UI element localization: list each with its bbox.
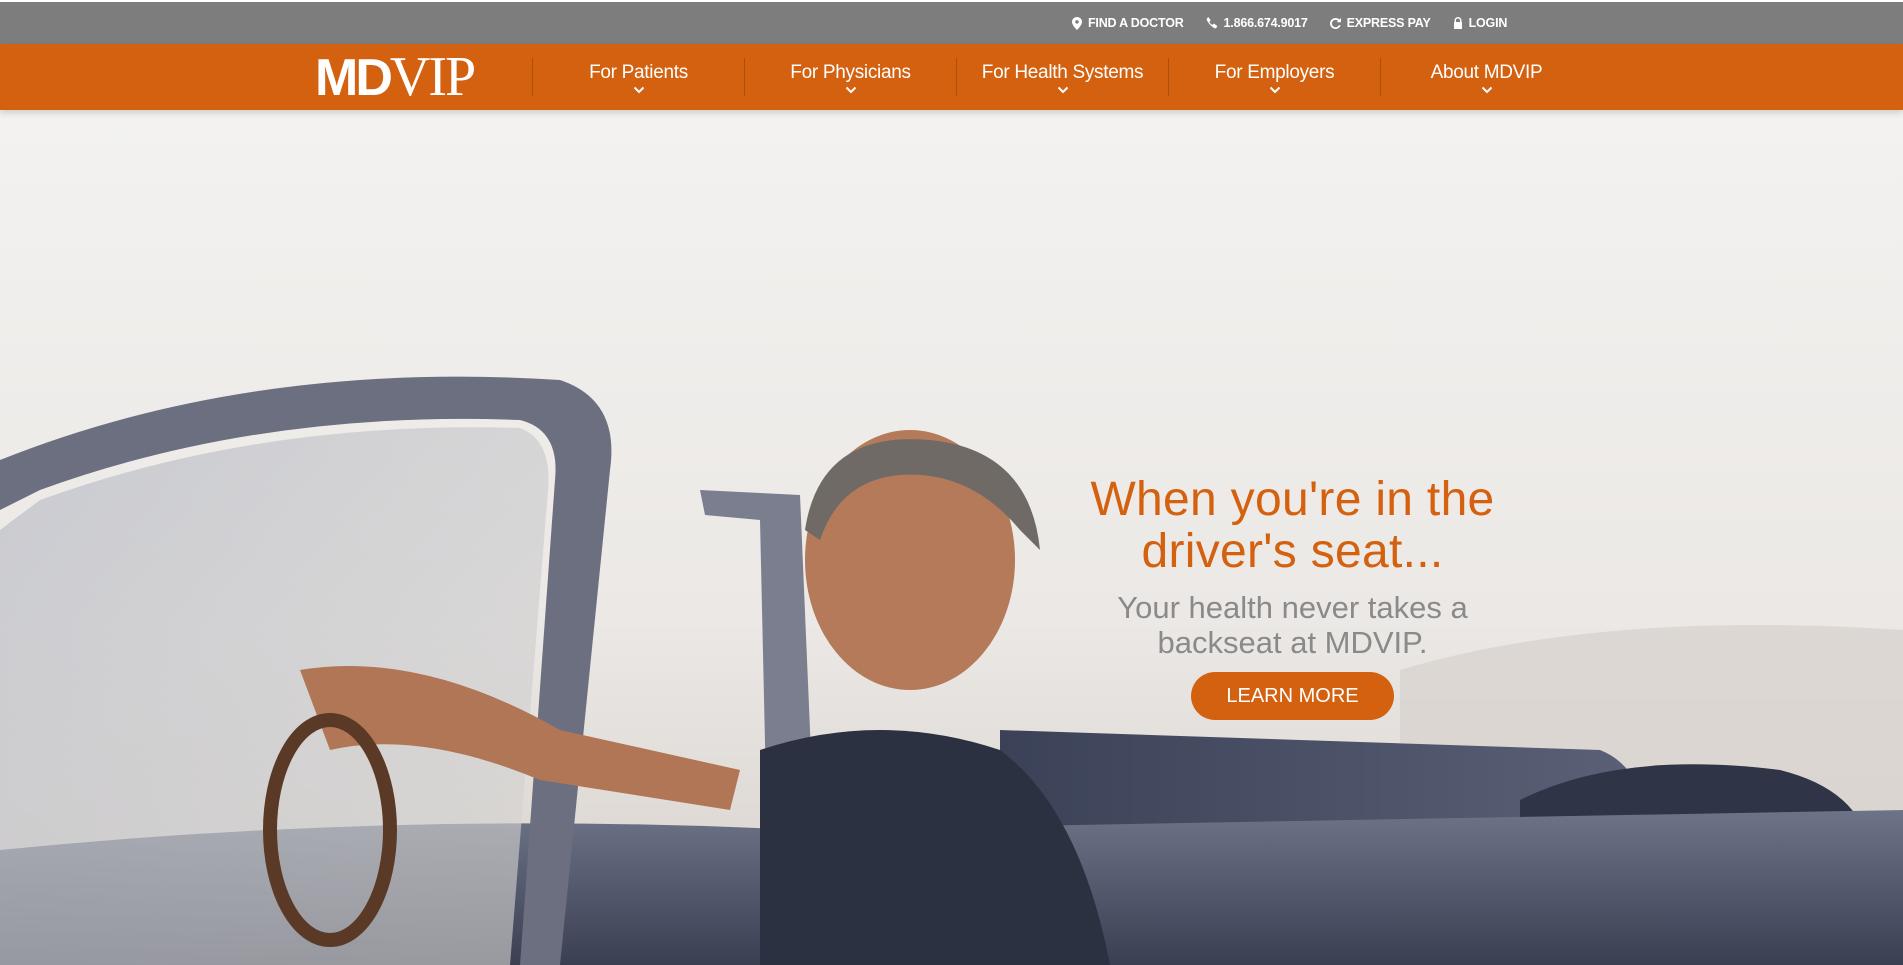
phone-icon bbox=[1206, 17, 1218, 29]
nav-item-about-mdvip[interactable]: About MDVIP bbox=[1381, 44, 1592, 110]
hero-text-block: When you're in the driver's seat... Your… bbox=[1030, 474, 1555, 720]
utility-links: FIND A DOCTOR 1.866.674.9017 EXPRESS PAY… bbox=[1072, 2, 1507, 44]
nav-item-for-physicians[interactable]: For Physicians bbox=[745, 44, 956, 110]
chevron-down-icon bbox=[1269, 86, 1281, 94]
hero-headline: When you're in the driver's seat... bbox=[1030, 474, 1555, 578]
refresh-dollar-icon bbox=[1329, 17, 1341, 29]
hero-subheading: Your health never takes a backseat at MD… bbox=[1030, 590, 1555, 660]
mdvip-logo[interactable]: MDVIP bbox=[315, 45, 505, 108]
login-label: LOGIN bbox=[1468, 16, 1508, 30]
login-link[interactable]: LOGIN bbox=[1453, 16, 1508, 30]
chevron-down-icon bbox=[1481, 86, 1493, 94]
lock-icon bbox=[1453, 17, 1463, 29]
subheading-line-1: Your health never takes a bbox=[1117, 590, 1468, 625]
nav-label: For Patients bbox=[589, 62, 688, 83]
phone-link[interactable]: 1.866.674.9017 bbox=[1206, 16, 1308, 30]
find-doctor-label: FIND A DOCTOR bbox=[1088, 16, 1184, 30]
main-navigation: MDVIP For Patients For Physicians For He… bbox=[0, 44, 1903, 110]
chevron-down-icon bbox=[845, 86, 857, 94]
subheading-line-2: backseat at MDVIP. bbox=[1157, 625, 1428, 660]
logo-text: MDVIP bbox=[315, 45, 476, 108]
headline-line-2: driver's seat... bbox=[1141, 525, 1444, 578]
nav-label: For Employers bbox=[1214, 62, 1335, 83]
find-doctor-link[interactable]: FIND A DOCTOR bbox=[1072, 16, 1184, 30]
phone-number: 1.866.674.9017 bbox=[1223, 16, 1308, 30]
chevron-down-icon bbox=[633, 86, 645, 94]
express-pay-label: EXPRESS PAY bbox=[1346, 16, 1431, 30]
nav-label: About MDVIP bbox=[1430, 62, 1543, 83]
hero-photo-man-in-convertible bbox=[0, 110, 1903, 965]
utility-bar: FIND A DOCTOR 1.866.674.9017 EXPRESS PAY… bbox=[0, 2, 1903, 44]
nav-item-for-employers[interactable]: For Employers bbox=[1169, 44, 1380, 110]
nav-item-for-health-systems[interactable]: For Health Systems bbox=[957, 44, 1168, 110]
nav-item-for-patients[interactable]: For Patients bbox=[533, 44, 744, 110]
map-pin-icon bbox=[1072, 16, 1082, 30]
nav-items: For Patients For Physicians For Health S… bbox=[532, 44, 1592, 110]
nav-label: For Health Systems bbox=[981, 62, 1144, 83]
hero-banner: When you're in the driver's seat... Your… bbox=[0, 110, 1903, 965]
nav-label: For Physicians bbox=[790, 62, 911, 83]
headline-line-1: When you're in the bbox=[1090, 473, 1495, 526]
learn-more-button[interactable]: LEARN MORE bbox=[1191, 672, 1394, 720]
chevron-down-icon bbox=[1057, 86, 1069, 94]
express-pay-link[interactable]: EXPRESS PAY bbox=[1329, 16, 1431, 30]
